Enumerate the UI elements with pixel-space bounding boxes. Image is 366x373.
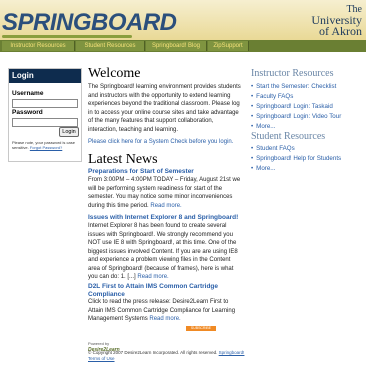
resource-link[interactable]: Springboard! Login: Video Tour [256, 113, 341, 120]
nav-tab-student-resources[interactable]: Student Resources [76, 41, 145, 51]
nav-tab-blog[interactable]: Springboard! Blog [146, 41, 207, 51]
instructor-resources-list: • Start the Semester: Checklist • Faculty … [251, 82, 341, 132]
resource-link[interactable]: More... [256, 165, 275, 172]
news-body: Click to read the press release: Desire2… [88, 298, 242, 324]
student-resources-heading: Student Resources [251, 131, 326, 142]
terms-of-use-link[interactable]: Terms of Use [88, 356, 115, 361]
list-item[interactable]: • Springboard! Login: Video Tour [251, 112, 341, 122]
bullet-icon: • [251, 113, 254, 120]
site-header: SPRINGBOARD The University of Akron [0, 0, 366, 40]
copyright-text: © Copyright 2007 Desire2Learn Incorporat… [88, 350, 218, 355]
powered-by-text: Powered by [88, 341, 110, 346]
read-more-link[interactable]: Read more. [137, 274, 168, 280]
list-item[interactable]: • Springboard! Help for Students [251, 154, 341, 164]
news-body-text: Internet Explorer 8 has been found to cr… [88, 223, 238, 280]
resource-link[interactable]: Start the Semester: Checklist [256, 83, 336, 90]
nav-tab-zipsupport[interactable]: ZipSupport [208, 41, 249, 51]
springboard-logo[interactable]: SPRINGBOARD [2, 9, 177, 38]
brand-text: SPRINGBOARD [2, 9, 177, 36]
university-logo[interactable]: The University of Akron [311, 4, 362, 37]
system-check-link[interactable]: Please click here for a System Check bef… [88, 138, 242, 147]
list-item[interactable]: • Student FAQs [251, 144, 341, 154]
footer-springboard-link[interactable]: Springboard! [219, 350, 245, 355]
welcome-text: The Springboard! learning environment pr… [88, 84, 241, 133]
bullet-icon: • [251, 103, 254, 110]
bullet-icon: • [251, 145, 254, 152]
login-note: Please note, your password is case sensi… [12, 140, 78, 150]
login-panel: Login Username Password Login Please not… [8, 68, 82, 162]
password-label: Password [12, 109, 43, 116]
bullet-icon: • [251, 93, 254, 100]
login-title: Login [9, 69, 81, 83]
username-label: Username [12, 90, 44, 97]
resource-link[interactable]: Springboard! Login: Taskaid [256, 103, 333, 110]
news-body: Internet Explorer 8 has been found to cr… [88, 222, 242, 282]
resource-link[interactable]: Springboard! Help for Students [256, 155, 341, 162]
read-more-link[interactable]: Read more. [149, 316, 180, 322]
news-headline[interactable]: Issues with Internet Explorer 8 and Spri… [88, 214, 242, 222]
bullet-icon: • [251, 83, 254, 90]
bullet-icon: • [251, 123, 254, 130]
read-more-link[interactable]: Read more. [150, 203, 181, 209]
news-headline[interactable]: Preparations for Start of Semester [88, 168, 242, 176]
latest-news-heading: Latest News [88, 152, 158, 167]
resource-link[interactable]: Faculty FAQs [256, 93, 293, 100]
main-nav: Instructor Resources Student Resources S… [0, 40, 366, 52]
student-resources-list: • Student FAQs • Springboard! Help for Stu… [251, 144, 341, 174]
welcome-heading: Welcome [88, 66, 141, 81]
list-item[interactable]: • Start the Semester: Checklist [251, 82, 341, 92]
instructor-resources-heading: Instructor Resources [251, 68, 334, 79]
rss-subscribe-button[interactable]: SUBSCRIBE [186, 326, 216, 331]
list-item[interactable]: • Faculty FAQs [251, 92, 341, 102]
password-input[interactable] [12, 118, 78, 127]
bullet-icon: • [251, 155, 254, 162]
news-body: From 3:00PM – 4:00PM TODAY – Friday, Aug… [88, 176, 242, 210]
bullet-icon: • [251, 165, 254, 172]
list-item[interactable]: • Springboard! Login: Taskaid [251, 102, 341, 112]
news-headline[interactable]: D2L First to Attain IMS Common Cartridge… [88, 283, 242, 299]
logo-swoosh [2, 35, 132, 38]
list-item[interactable]: • More... [251, 164, 341, 174]
footer-copyright: © Copyright 2007 Desire2Learn Incorporat… [88, 350, 258, 362]
resource-link[interactable]: More... [256, 123, 275, 130]
university-akron: of Akron [319, 24, 362, 38]
username-input[interactable] [12, 99, 78, 108]
login-button[interactable]: Login [59, 127, 79, 137]
nav-tab-instructor-resources[interactable]: Instructor Resources [2, 41, 75, 51]
resource-link[interactable]: Student FAQs [256, 145, 295, 152]
forgot-password-link[interactable]: Forgot Password? [30, 145, 62, 150]
